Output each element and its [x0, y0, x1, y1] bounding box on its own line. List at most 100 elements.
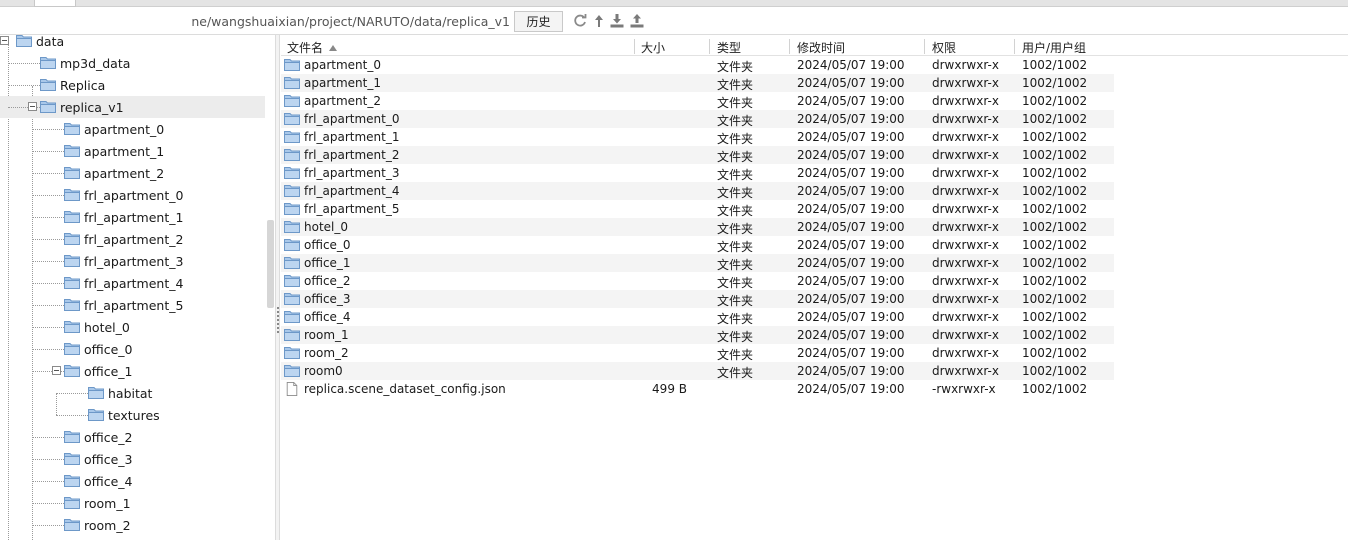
- file-permissions: -rwxrwxr-x: [932, 382, 996, 396]
- tree-item-label: apartment_0: [84, 122, 165, 137]
- file-row[interactable]: office_2 文件夹 2024/05/07 19:00 drwxrwxr-x 100…: [281, 272, 1114, 290]
- tree-item[interactable]: room_1: [0, 492, 265, 514]
- tree-item[interactable]: data: [0, 35, 265, 52]
- file-modified: 2024/05/07 19:00: [797, 382, 905, 396]
- active-tab[interactable]: [34, 0, 76, 7]
- tree-item[interactable]: frl_apartment_4: [0, 272, 265, 294]
- file-name: room_1: [304, 328, 349, 342]
- file-modified: 2024/05/07 19:00: [797, 346, 905, 360]
- file-owner: 1002/1002: [1022, 256, 1088, 270]
- directory-tree[interactable]: data mp3d_data Replica replica_v1 apartment_…: [0, 35, 275, 540]
- file-row[interactable]: frl_apartment_5 文件夹 2024/05/07 19:00 drwxrw…: [281, 200, 1114, 218]
- refresh-icon[interactable]: [571, 12, 589, 30]
- tree-item-label: textures: [108, 408, 160, 423]
- file-owner: 1002/1002: [1022, 274, 1088, 288]
- collapse-toggle-icon[interactable]: [0, 36, 9, 45]
- tree-item[interactable]: frl_apartment_5: [0, 294, 265, 316]
- folder-icon: [64, 342, 80, 355]
- file-owner: 1002/1002: [1022, 130, 1088, 144]
- column-separator[interactable]: [924, 39, 925, 54]
- file-row[interactable]: office_1 文件夹 2024/05/07 19:00 drwxrwxr-x 100…: [281, 254, 1114, 272]
- file-type: 文件夹: [717, 366, 754, 380]
- column-header-owner[interactable]: 用户/用户组: [1022, 39, 1086, 56]
- file-row[interactable]: office_3 文件夹 2024/05/07 19:00 drwxrwxr-x 100…: [281, 290, 1114, 308]
- file-permissions: drwxrwxr-x: [932, 328, 999, 342]
- tree-item[interactable]: mp3d_data: [0, 52, 265, 74]
- file-owner: 1002/1002: [1022, 238, 1088, 252]
- column-separator[interactable]: [634, 39, 635, 54]
- file-modified: 2024/05/07 19:00: [797, 220, 905, 234]
- file-modified: 2024/05/07 19:00: [797, 292, 905, 306]
- download-icon[interactable]: [608, 12, 626, 30]
- panel-splitter[interactable]: [275, 35, 280, 540]
- tree-item[interactable]: frl_apartment_3: [0, 250, 265, 272]
- file-row[interactable]: replica.scene_dataset_config.json 499 B 20…: [281, 380, 1114, 398]
- folder-icon: [284, 310, 300, 323]
- tree-guide-line: [32, 503, 64, 504]
- column-header-type[interactable]: 类型: [717, 39, 741, 56]
- file-row[interactable]: apartment_0 文件夹 2024/05/07 19:00 drwxrwxr-x…: [281, 56, 1114, 74]
- tree-item[interactable]: apartment_2: [0, 162, 265, 184]
- file-modified: 2024/05/07 19:00: [797, 364, 905, 378]
- column-separator[interactable]: [1014, 39, 1015, 54]
- tree-item[interactable]: office_0: [0, 338, 265, 360]
- tree-item[interactable]: frl_apartment_2: [0, 228, 265, 250]
- file-row[interactable]: apartment_1 文件夹 2024/05/07 19:00 drwxrwxr-x…: [281, 74, 1114, 92]
- file-row[interactable]: frl_apartment_2 文件夹 2024/05/07 19:00 drwxrw…: [281, 146, 1114, 164]
- file-owner: 1002/1002: [1022, 382, 1088, 396]
- column-header-modified[interactable]: 修改时间: [797, 39, 845, 56]
- file-name: replica.scene_dataset_config.json: [304, 382, 506, 396]
- tree-item[interactable]: replica_v1: [0, 96, 265, 118]
- folder-icon: [284, 238, 300, 251]
- file-name: apartment_0: [304, 58, 381, 72]
- file-owner: 1002/1002: [1022, 112, 1088, 126]
- file-row[interactable]: frl_apartment_3 文件夹 2024/05/07 19:00 drwxrw…: [281, 164, 1114, 182]
- column-header-name[interactable]: 文件名: [287, 39, 338, 56]
- tree-item[interactable]: office_2: [0, 426, 265, 448]
- tree-item[interactable]: habitat: [0, 382, 265, 404]
- column-separator[interactable]: [789, 39, 790, 54]
- file-row[interactable]: office_4 文件夹 2024/05/07 19:00 drwxrwxr-x 100…: [281, 308, 1114, 326]
- tree-item[interactable]: apartment_1: [0, 140, 265, 162]
- tree-scrollbar[interactable]: [267, 220, 274, 308]
- tree-item[interactable]: apartment_0: [0, 118, 265, 140]
- file-name: apartment_2: [304, 94, 381, 108]
- tree-item[interactable]: office_1: [0, 360, 265, 382]
- file-modified: 2024/05/07 19:00: [797, 148, 905, 162]
- tree-item[interactable]: frl_apartment_1: [0, 206, 265, 228]
- column-header-permissions[interactable]: 权限: [932, 39, 956, 56]
- file-row[interactable]: room_2 文件夹 2024/05/07 19:00 drwxrwxr-x 1002/…: [281, 344, 1114, 362]
- tree-item[interactable]: textures: [0, 404, 265, 426]
- tree-guide-line: [32, 327, 64, 328]
- file-permissions: drwxrwxr-x: [932, 310, 999, 324]
- tree-item[interactable]: office_4: [0, 470, 265, 492]
- folder-icon: [40, 56, 56, 69]
- path-input[interactable]: ne/wangshuaixian/project/NARUTO/data/rep…: [0, 11, 510, 32]
- file-row[interactable]: office_0 文件夹 2024/05/07 19:00 drwxrwxr-x 100…: [281, 236, 1114, 254]
- file-list-header: 文件名 大小 类型 修改时间 权限 用户/用户组: [281, 36, 1348, 56]
- file-row[interactable]: frl_apartment_1 文件夹 2024/05/07 19:00 drwxrw…: [281, 128, 1114, 146]
- history-button[interactable]: 历史: [514, 11, 563, 32]
- file-name: room0: [304, 364, 343, 378]
- tree-item[interactable]: room_2: [0, 514, 265, 536]
- file-row[interactable]: frl_apartment_0 文件夹 2024/05/07 19:00 drwxrw…: [281, 110, 1114, 128]
- column-separator[interactable]: [709, 39, 710, 54]
- file-row[interactable]: room_1 文件夹 2024/05/07 19:00 drwxrwxr-x 1002/…: [281, 326, 1114, 344]
- tree-item[interactable]: Replica: [0, 74, 265, 96]
- folder-icon: [284, 94, 300, 107]
- tree-item[interactable]: hotel_0: [0, 316, 265, 338]
- folder-icon: [64, 276, 80, 289]
- upload-icon[interactable]: [628, 12, 646, 30]
- file-row[interactable]: frl_apartment_4 文件夹 2024/05/07 19:00 drwxrw…: [281, 182, 1114, 200]
- column-header-size[interactable]: 大小: [641, 39, 665, 56]
- collapse-toggle-icon[interactable]: [52, 366, 61, 375]
- tree-item[interactable]: frl_apartment_0: [0, 184, 265, 206]
- file-row[interactable]: hotel_0 文件夹 2024/05/07 19:00 drwxrwxr-x 1002…: [281, 218, 1114, 236]
- collapse-toggle-icon[interactable]: [28, 102, 37, 111]
- file-row[interactable]: room0 文件夹 2024/05/07 19:00 drwxrwxr-x 1002/1…: [281, 362, 1114, 380]
- tree-item[interactable]: office_3: [0, 448, 265, 470]
- splitter-grip[interactable]: [277, 307, 279, 333]
- up-directory-icon[interactable]: [590, 12, 608, 30]
- file-permissions: drwxrwxr-x: [932, 148, 999, 162]
- file-row[interactable]: apartment_2 文件夹 2024/05/07 19:00 drwxrwxr-x…: [281, 92, 1114, 110]
